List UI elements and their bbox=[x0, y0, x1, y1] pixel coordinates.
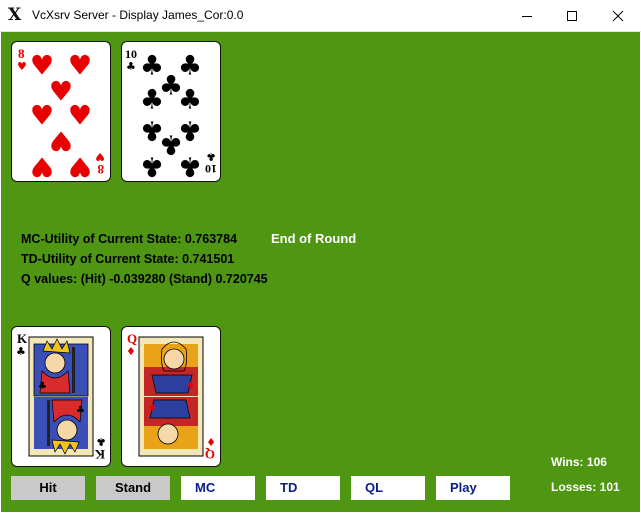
svg-text:♣: ♣ bbox=[76, 405, 85, 416]
card-face: Q ♦ ♦ ♦ Q ♦ bbox=[126, 331, 216, 462]
game-table: 8 ♥ ♥ ♥ ♥ ♥ ♥ ♥ ♥ ♥ 8 ♥ 10 ♣ ♣ ♣ ♣ ♣ ♣ ♣ ♣ ♣ ♣ ♣ 10 ♣ MC… bbox=[1, 32, 640, 512]
card-face: 10 ♣ ♣ ♣♣♣ ♣♣ ♣♣♣ ♣ 10 ♣ bbox=[125, 47, 217, 182]
card-suit-bottom: ♣ bbox=[96, 435, 106, 448]
card-face: K ♣ ♣ ♣ K ♣ bbox=[16, 331, 106, 462]
card-rank-bottom: 10 bbox=[205, 162, 217, 176]
ql-button[interactable]: QL bbox=[351, 476, 425, 500]
maximize-icon bbox=[567, 10, 577, 21]
card-rank: Q bbox=[127, 331, 137, 346]
play-button[interactable]: Play bbox=[436, 476, 510, 500]
card-rank: 8 bbox=[18, 46, 25, 61]
card-suit: ♣ bbox=[16, 345, 26, 358]
close-icon bbox=[612, 10, 624, 21]
q-values-text: Q values: (Hit) -0.039280 (Stand) 0.7207… bbox=[21, 272, 268, 286]
card-suit-bottom: ♣ bbox=[206, 150, 216, 163]
mc-utility-text: MC-Utility of Current State: 0.763784 bbox=[21, 232, 238, 246]
queen-face-art: ♦ ♦ bbox=[138, 336, 204, 457]
card-rank-bottom: Q bbox=[205, 447, 215, 462]
minimize-button[interactable] bbox=[504, 0, 550, 31]
king-face-art: ♣ ♣ bbox=[28, 336, 94, 457]
player-card-2: Q ♦ ♦ ♦ Q ♦ bbox=[121, 326, 221, 467]
suit-pip: ♣ bbox=[178, 151, 202, 182]
td-utility-text: TD-Utility of Current State: 0.741501 bbox=[21, 252, 235, 266]
card-suit: ♦ bbox=[126, 345, 136, 358]
maximize-button[interactable] bbox=[549, 0, 595, 31]
card-rank: 10 bbox=[125, 47, 137, 61]
card-pips: ♣ ♣♣♣ ♣♣ ♣♣♣ ♣ bbox=[140, 51, 202, 182]
round-status-text: End of Round bbox=[271, 231, 357, 246]
dealer-card-2: 10 ♣ ♣ ♣ ♣ ♣ ♣ ♣ ♣ ♣ ♣ ♣ 10 ♣ bbox=[121, 41, 221, 182]
suit-pip: ♣ bbox=[178, 85, 202, 116]
card-suit: ♣ bbox=[126, 60, 136, 73]
card-suit-bottom: ♦ bbox=[206, 435, 216, 448]
svg-text:♦: ♦ bbox=[186, 381, 195, 392]
mc-button[interactable]: MC bbox=[181, 476, 255, 500]
card-rank-bottom: K bbox=[94, 447, 105, 462]
stand-button[interactable]: Stand bbox=[96, 476, 170, 500]
suit-pip: ♥ bbox=[30, 151, 54, 182]
window-title: VcXsrv Server - Display James_Cor:0.0 bbox=[32, 8, 244, 22]
dealer-card-1: 8 ♥ ♥ ♥ ♥ ♥ ♥ ♥ ♥ ♥ 8 ♥ bbox=[11, 41, 111, 182]
wins-count: Wins: 106 bbox=[551, 455, 607, 469]
card-rank-bottom: 8 bbox=[97, 162, 104, 177]
card-rank: K bbox=[17, 331, 28, 346]
td-button[interactable]: TD bbox=[266, 476, 340, 500]
hit-button[interactable]: Hit bbox=[11, 476, 85, 500]
card-suit: ♥ bbox=[17, 60, 27, 73]
card-suit-bottom: ♥ bbox=[95, 150, 105, 163]
suit-pip: ♥ bbox=[68, 151, 92, 182]
card-pips: ♥ ♥♥♥ ♥♥♥ ♥ bbox=[30, 51, 92, 182]
suit-pip: ♣ bbox=[140, 151, 164, 182]
player-card-1: K ♣ ♣ ♣ K ♣ bbox=[11, 326, 111, 467]
svg-text:♣: ♣ bbox=[38, 381, 47, 392]
minimize-icon bbox=[522, 15, 532, 17]
suit-pip: ♣ bbox=[140, 85, 164, 116]
title-bar[interactable]: X VcXsrv Server - Display James_Cor:0.0 bbox=[0, 0, 641, 32]
losses-count: Losses: 101 bbox=[551, 480, 620, 494]
card-face: 8 ♥ ♥ ♥♥♥ ♥♥♥ ♥ 8 ♥ bbox=[17, 46, 105, 182]
close-button[interactable] bbox=[595, 0, 641, 31]
x-logo-icon: X bbox=[8, 5, 22, 25]
svg-text:♦: ♦ bbox=[148, 403, 157, 414]
